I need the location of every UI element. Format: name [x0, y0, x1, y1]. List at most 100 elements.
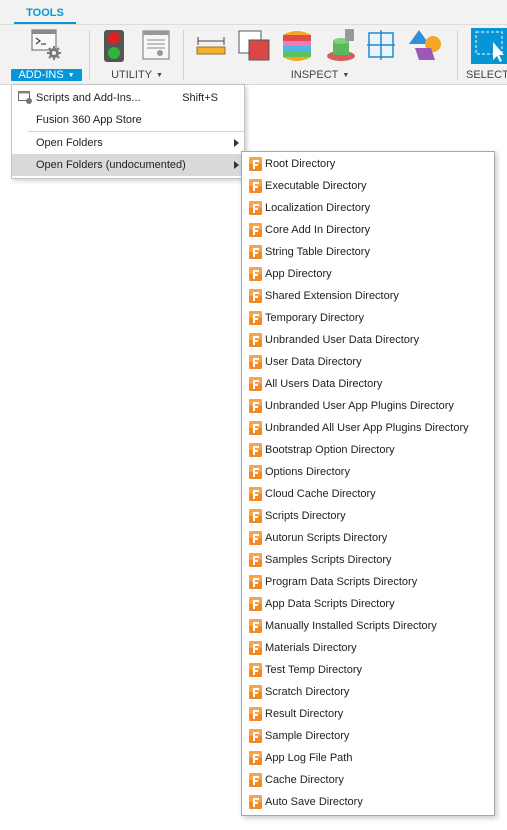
menu-item-scripts-addins[interactable]: Scripts and Add-Ins... Shift+S [12, 87, 244, 109]
menu-item-open-folders-undocumented[interactable]: Open Folders (undocumented) [12, 154, 244, 176]
submenu-item[interactable]: Auto Save Directory [242, 791, 494, 813]
submenu-item-label: Shared Extension Directory [265, 290, 399, 302]
submenu-item[interactable]: Core Add In Directory [242, 219, 494, 241]
fusion-f-icon [249, 223, 262, 237]
addins-group-label: ADD-INS [18, 69, 64, 81]
menu-item-app-store[interactable]: Fusion 360 App Store [12, 109, 244, 131]
fusion-f-icon [249, 553, 262, 567]
submenu-item-label: Root Directory [265, 158, 336, 170]
submenu-item[interactable]: Autorun Scripts Directory [242, 527, 494, 549]
submenu-item[interactable]: Materials Directory [242, 637, 494, 659]
submenu-item-label: Materials Directory [265, 642, 357, 654]
submenu-item[interactable]: Cloud Cache Directory [242, 483, 494, 505]
submenu-item[interactable]: Bootstrap Option Directory [242, 439, 494, 461]
fusion-f-icon [249, 575, 262, 589]
submenu-item-label: Unbranded User Data Directory [265, 334, 420, 346]
submenu-item-label: Core Add In Directory [265, 224, 371, 236]
submenu-item[interactable]: Cache Directory [242, 769, 494, 791]
submenu-item-label: Sample Directory [265, 730, 350, 742]
fusion-f-icon [249, 201, 262, 215]
draft-analysis-icon[interactable] [323, 27, 359, 63]
submenu-item-label: Autorun Scripts Directory [265, 532, 388, 544]
measure-icon[interactable] [196, 35, 226, 55]
submenu-item[interactable]: Temporary Directory [242, 307, 494, 329]
submenu-item-label: Auto Save Directory [265, 796, 363, 808]
menu-item-shortcut: Shift+S [182, 92, 218, 104]
scripts-addins-icon[interactable] [30, 29, 64, 61]
fusion-f-icon [249, 663, 262, 677]
submenu-item[interactable]: Samples Scripts Directory [242, 549, 494, 571]
submenu-item-label: Scripts Directory [265, 510, 346, 522]
submenu-item[interactable]: Executable Directory [242, 175, 494, 197]
submenu-item-label: Temporary Directory [265, 312, 365, 324]
task-manager-icon[interactable] [142, 30, 170, 60]
fusion-f-icon [249, 707, 262, 721]
fusion-f-icon [249, 245, 262, 259]
inspect-group-dropdown[interactable]: INSPECT ▼ [190, 68, 450, 82]
menu-item-label: Open Folders (undocumented) [36, 159, 186, 171]
tab-divider [0, 24, 507, 25]
menu-item-open-folders[interactable]: Open Folders [12, 132, 244, 154]
submenu-item[interactable]: Scratch Directory [242, 681, 494, 703]
select-tool-button[interactable] [471, 28, 507, 64]
fusion-f-icon [249, 597, 262, 611]
submenu-item-label: Options Directory [265, 466, 350, 478]
menu-item-label: Scripts and Add-Ins... [36, 92, 141, 104]
submenu-item[interactable]: Sample Directory [242, 725, 494, 747]
submenu-item[interactable]: App Data Scripts Directory [242, 593, 494, 615]
toolbar-ribbon: TOOLS ADD-INS ▼ UTILITY ▼ INSPECT ▼ SELE… [0, 0, 507, 85]
fusion-f-icon [249, 421, 262, 435]
submenu-item-label: Executable Directory [265, 180, 367, 192]
submenu-item[interactable]: String Table Directory [242, 241, 494, 263]
submenu-item-label: Unbranded All User App Plugins Directory [265, 422, 469, 434]
submenu-item[interactable]: Shared Extension Directory [242, 285, 494, 307]
submenu-item[interactable]: App Directory [242, 263, 494, 285]
fusion-f-icon [249, 795, 262, 809]
addins-group-dropdown[interactable]: ADD-INS ▼ [11, 68, 82, 82]
submenu-item[interactable]: Unbranded All User App Plugins Directory [242, 417, 494, 439]
submenu-item[interactable]: Test Temp Directory [242, 659, 494, 681]
submenu-item[interactable]: Unbranded User Data Directory [242, 329, 494, 351]
caret-down-icon: ▼ [154, 72, 163, 79]
zebra-analysis-icon[interactable] [280, 29, 314, 63]
group-divider [457, 30, 458, 80]
fusion-f-icon [249, 465, 262, 479]
tab-tools[interactable]: TOOLS [14, 0, 76, 24]
select-group-label[interactable]: SELECT [463, 68, 507, 82]
fusion-f-icon [249, 333, 262, 347]
caret-down-icon: ▼ [65, 72, 75, 79]
menu-item-label: Open Folders [36, 137, 103, 149]
submenu-item[interactable]: Manually Installed Scripts Directory [242, 615, 494, 637]
submenu-item-label: String Table Directory [265, 246, 370, 258]
submenu-item[interactable]: Program Data Scripts Directory [242, 571, 494, 593]
submenu-item[interactable]: User Data Directory [242, 351, 494, 373]
traffic-light-icon[interactable] [103, 29, 125, 63]
fusion-f-icon [249, 399, 262, 413]
submenu-item-label: Program Data Scripts Directory [265, 576, 418, 588]
submenu-item-label: Scratch Directory [265, 686, 350, 698]
submenu-item-label: App Log File Path [265, 752, 353, 764]
submenu-item-label: Cloud Cache Directory [265, 488, 376, 500]
submenu-item-label: Unbranded User App Plugins Directory [265, 400, 454, 412]
submenu-item[interactable]: App Log File Path [242, 747, 494, 769]
utility-group-dropdown[interactable]: UTILITY ▼ [97, 68, 177, 82]
interference-icon[interactable] [237, 29, 273, 63]
fusion-f-icon [249, 531, 262, 545]
submenu-item[interactable]: Unbranded User App Plugins Directory [242, 395, 494, 417]
fusion-f-icon [249, 773, 262, 787]
submenu-item[interactable]: Scripts Directory [242, 505, 494, 527]
submenu-item[interactable]: All Users Data Directory [242, 373, 494, 395]
open-folders-undocumented-submenu: Root Directory Executable Directory Locali… [241, 151, 495, 816]
fusion-f-icon [249, 157, 262, 171]
section-analysis-icon[interactable] [367, 29, 397, 61]
submenu-item[interactable]: Result Directory [242, 703, 494, 725]
component-color-cycling-icon[interactable] [409, 28, 445, 64]
submenu-item[interactable]: Localization Directory [242, 197, 494, 219]
inspect-group-label: INSPECT [290, 69, 339, 81]
submenu-item-label: Test Temp Directory [265, 664, 362, 676]
addins-menu: Scripts and Add-Ins... Shift+S Fusion 36… [11, 84, 245, 179]
submenu-item[interactable]: Options Directory [242, 461, 494, 483]
fusion-f-icon [249, 487, 262, 501]
submenu-item[interactable]: Root Directory [242, 153, 494, 175]
utility-group-label: UTILITY [111, 69, 153, 81]
